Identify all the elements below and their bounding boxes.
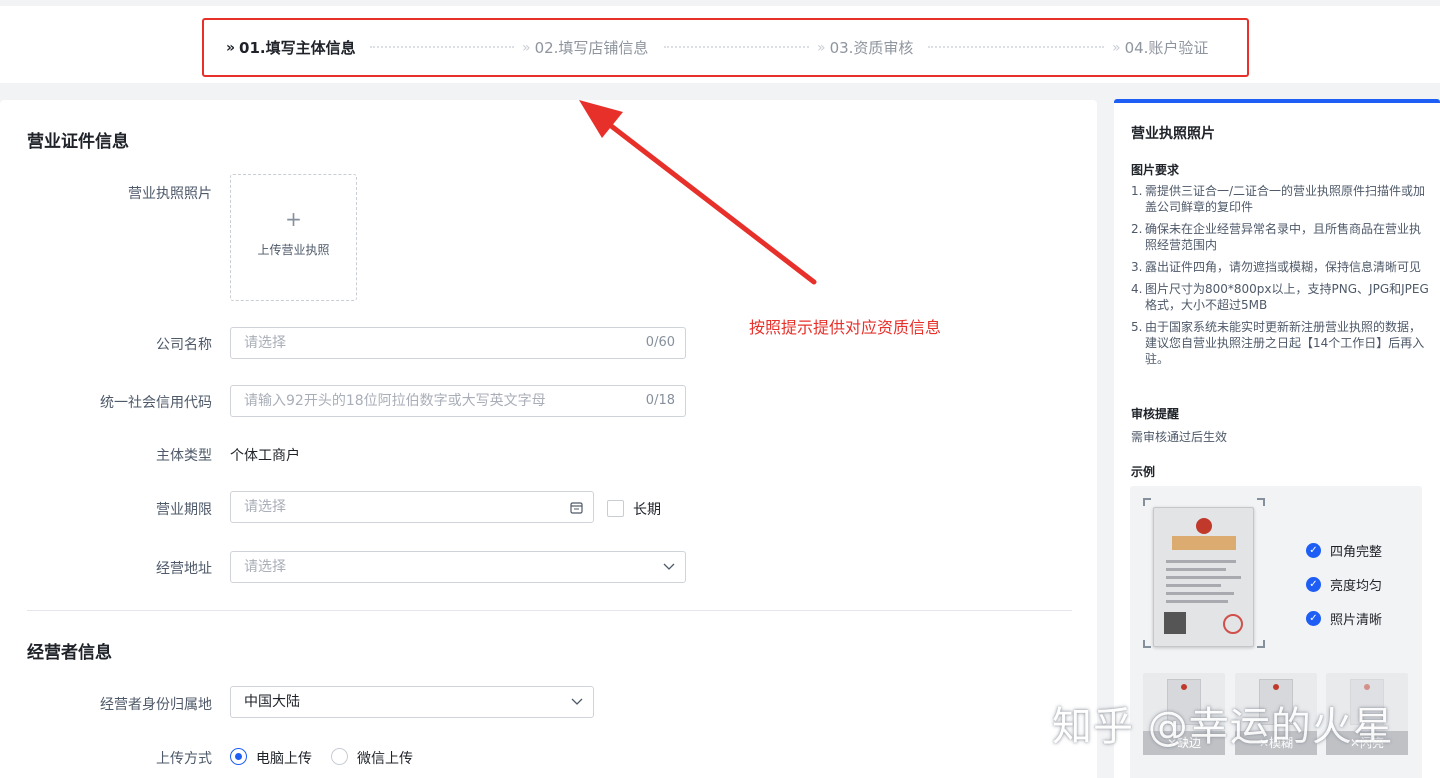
operator-region-value: 中国大陆 bbox=[244, 694, 300, 710]
radio-pc-upload[interactable] bbox=[230, 748, 247, 765]
step-label: 03.资质审核 bbox=[829, 39, 914, 57]
business-address-placeholder: 请选择 bbox=[244, 559, 286, 575]
business-term-label: 营业期限 bbox=[156, 502, 212, 518]
upload-license-text: 上传营业执照 bbox=[257, 243, 330, 257]
license-section-title: 营业证件信息 bbox=[27, 132, 129, 152]
entity-type-value: 个体工商户 bbox=[230, 448, 300, 464]
step-4[interactable]: » 04.账户验证 bbox=[1112, 20, 1208, 75]
step-label: 02.填写店铺信息 bbox=[534, 39, 649, 57]
entity-type-label: 主体类型 bbox=[156, 448, 212, 464]
chevron-right-icon: » bbox=[522, 39, 530, 56]
stepper-highlight-box: » 01.填写主体信息 » 02.填写店铺信息 » 03.资质审核 » 04.账… bbox=[202, 18, 1249, 77]
operator-section-title: 经营者信息 bbox=[27, 643, 112, 663]
step-1[interactable]: » 01.填写主体信息 bbox=[226, 20, 356, 75]
chevron-down-icon[interactable] bbox=[663, 552, 675, 582]
check-item-brightness: ✓ 亮度均匀 bbox=[1306, 575, 1382, 594]
long-term-label: 长期 bbox=[633, 502, 661, 518]
business-term-placeholder: 请选择 bbox=[244, 499, 286, 515]
company-name-counter: 0/60 bbox=[645, 335, 675, 350]
chevron-right-icon: » bbox=[226, 39, 235, 56]
upload-license-button[interactable]: + 上传营业执照 bbox=[230, 174, 357, 301]
side-panel-title: 营业执照照片 bbox=[1131, 126, 1215, 142]
step-divider bbox=[664, 46, 809, 48]
credit-code-label: 统一社会信用代码 bbox=[100, 395, 212, 411]
review-note: 需审核通过后生效 bbox=[1131, 430, 1228, 444]
form-card: 营业证件信息 营业执照照片 + 上传营业执照 公司名称 请选择 0/60 统一社… bbox=[0, 100, 1097, 778]
example-certificate-image bbox=[1143, 498, 1265, 648]
radio-pc-upload-label: 电脑上传 bbox=[256, 751, 312, 767]
example-title: 示例 bbox=[1131, 465, 1156, 479]
check-circle-icon: ✓ bbox=[1306, 543, 1321, 558]
step-label: 01.填写主体信息 bbox=[239, 39, 356, 57]
upload-method-label: 上传方式 bbox=[156, 751, 212, 767]
calendar-icon[interactable] bbox=[570, 492, 583, 525]
chevron-down-icon[interactable] bbox=[571, 687, 583, 717]
requirement-item: 1. 需提供三证合一/二证合一的营业执照原件扫描件或加盖公司鲜章的复印件 bbox=[1131, 184, 1426, 214]
company-name-input[interactable]: 请选择 0/60 bbox=[230, 327, 686, 359]
credit-code-counter: 0/18 bbox=[645, 393, 675, 408]
section-divider bbox=[27, 610, 1072, 611]
check-item-corners: ✓ 四角完整 bbox=[1306, 541, 1382, 560]
chevron-right-icon: » bbox=[817, 39, 825, 56]
long-term-checkbox[interactable] bbox=[607, 500, 624, 517]
requirement-item: 3. 露出证件四角，请勿遮挡或模糊，保持信息清晰可见 bbox=[1131, 260, 1422, 274]
radio-wechat-upload-label: 微信上传 bbox=[357, 751, 413, 767]
chevron-right-icon: » bbox=[1112, 39, 1120, 56]
business-address-select[interactable]: 请选择 bbox=[230, 551, 686, 583]
requirement-item: 5. 由于国家系统未能实时更新新注册营业执照的数据，建议您自营业执照注册之日起【1… bbox=[1131, 320, 1425, 366]
review-title: 审核提醒 bbox=[1131, 407, 1180, 421]
annotation-text: 按照提示提供对应资质信息 bbox=[749, 318, 942, 337]
check-circle-icon: ✓ bbox=[1306, 577, 1321, 592]
check-item-clarity: ✓ 照片清晰 bbox=[1306, 609, 1382, 628]
radio-wechat-upload[interactable] bbox=[331, 748, 348, 765]
business-address-label: 经营地址 bbox=[156, 561, 212, 577]
credit-code-input[interactable]: 请输入92开头的18位阿拉伯数字或大写英文字母 0/18 bbox=[230, 385, 686, 417]
license-photo-label: 营业执照照片 bbox=[128, 186, 212, 202]
watermark: 知乎 @幸运的火星 bbox=[1052, 704, 1394, 750]
step-divider bbox=[928, 46, 1104, 48]
plus-icon: + bbox=[285, 207, 302, 231]
requirement-item: 4. 图片尺寸为800*800px以上，支持PNG、JPG和JPEG格式，大小不超… bbox=[1131, 282, 1429, 312]
step-label: 04.账户验证 bbox=[1124, 39, 1209, 57]
company-name-placeholder: 请选择 bbox=[244, 335, 286, 351]
step-3[interactable]: » 03.资质审核 bbox=[817, 20, 913, 75]
step-2[interactable]: » 02.填写店铺信息 bbox=[522, 20, 648, 75]
operator-region-select[interactable]: 中国大陆 bbox=[230, 686, 594, 718]
company-name-label: 公司名称 bbox=[156, 337, 212, 353]
requirement-item: 2. 确保未在企业经营异常名录中，且所售商品在营业执照经营范围内 bbox=[1131, 222, 1422, 252]
requirements-list: 1. 需提供三证合一/二证合一的营业执照原件扫描件或加盖公司鲜章的复印件 2. 确保… bbox=[1131, 183, 1431, 373]
side-help-panel: 营业执照照片 图片要求 1. 需提供三证合一/二证合一的营业执照原件扫描件或加盖公… bbox=[1114, 99, 1440, 778]
business-term-picker[interactable]: 请选择 bbox=[230, 491, 594, 523]
check-circle-icon: ✓ bbox=[1306, 611, 1321, 626]
requirements-title: 图片要求 bbox=[1131, 163, 1180, 177]
operator-region-label: 经营者身份归属地 bbox=[100, 697, 212, 713]
credit-code-placeholder: 请输入92开头的18位阿拉伯数字或大写英文字母 bbox=[244, 393, 546, 409]
step-divider bbox=[370, 46, 514, 48]
stepper-bar: » 01.填写主体信息 » 02.填写店铺信息 » 03.资质审核 » 04.账… bbox=[0, 6, 1440, 83]
